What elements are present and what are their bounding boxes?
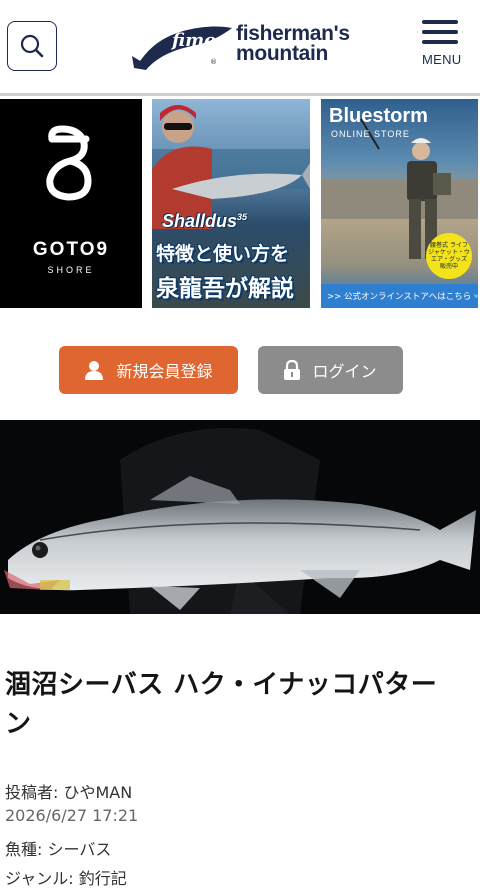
article-hero-image [0, 420, 480, 614]
svg-text:®: ® [210, 58, 217, 66]
banner-row: GOTO9 SHORE Shalldus35 特徴と使い方を 泉龍吾が解説 Bl… [0, 96, 480, 310]
site-logo[interactable]: fimo ® fisherman's mountain [132, 20, 352, 72]
seabass-photo-icon [0, 420, 480, 614]
menu-button[interactable]: MENU [422, 20, 462, 67]
login-button[interactable]: ログイン [258, 346, 403, 394]
banner-bluestorm[interactable]: Bluestorm ONLINE STORE 腰巻式 ライフジャケット・ウエア・… [321, 99, 478, 308]
goto9-subtitle: SHORE [47, 265, 95, 275]
logo-line-1: fisherman's [236, 22, 350, 45]
register-label: 新規会員登録 [116, 362, 213, 381]
register-button[interactable]: 新規会員登録 [59, 346, 238, 394]
goto9-title: GOTO9 [32, 239, 110, 260]
shalldus-line-2: 泉龍吾が解説 [156, 276, 294, 302]
bluestorm-subtitle: ONLINE STORE [331, 129, 410, 139]
article-species: 魚種: シーバス [5, 836, 111, 860]
banner-goto9[interactable]: GOTO9 SHORE [0, 99, 142, 308]
article-author: 投稿者: ひやMAN [5, 779, 132, 803]
shalldus-product: Shalldus35 [162, 211, 248, 231]
product-badge: 腰巻式 ライフジャケット・ウエア・グッズ 販売中 [426, 233, 472, 279]
cart-icon [474, 294, 478, 298]
search-button[interactable] [7, 21, 57, 71]
genre-label: ジャンル: [5, 869, 79, 888]
user-icon [85, 361, 104, 380]
author-label: 投稿者: [5, 783, 64, 802]
article-genre: ジャンル: 釣行記 [5, 865, 127, 889]
login-label: ログイン [312, 362, 377, 381]
lock-icon [284, 360, 301, 380]
site-header: fimo ® fisherman's mountain MENU [0, 0, 480, 96]
hamburger-icon [422, 20, 458, 44]
shalldus-line-1: 特徴と使い方を [156, 243, 290, 265]
logo-wordmark: fisherman's mountain [236, 22, 350, 65]
article-date: 2026/6/27 17:21 [5, 806, 139, 825]
author-link[interactable]: ひやMAN [63, 783, 132, 802]
menu-label: MENU [422, 52, 462, 67]
species-link[interactable]: シーバス [47, 840, 111, 859]
genre-link[interactable]: 釣行記 [79, 869, 127, 888]
search-icon [20, 34, 44, 58]
store-link-label: >> 公式オンラインストアへはこちら [327, 292, 472, 302]
banner-shalldus[interactable]: Shalldus35 特徴と使い方を 泉龍吾が解説 [152, 99, 310, 308]
logo-line-2: mountain [236, 42, 329, 65]
fish-logo-icon: fimo ® [132, 26, 232, 70]
article-title: 涸沼シーバス ハク・イナッコパターン [5, 670, 438, 739]
svg-text:fimo: fimo [170, 30, 216, 51]
bluestorm-title: Bluestorm [329, 105, 428, 127]
angler-photo-icon [152, 105, 310, 229]
goto9-logo-icon [46, 125, 92, 201]
species-label: 魚種: [5, 840, 48, 859]
store-link[interactable]: >> 公式オンラインストアへはこちら [321, 284, 478, 308]
